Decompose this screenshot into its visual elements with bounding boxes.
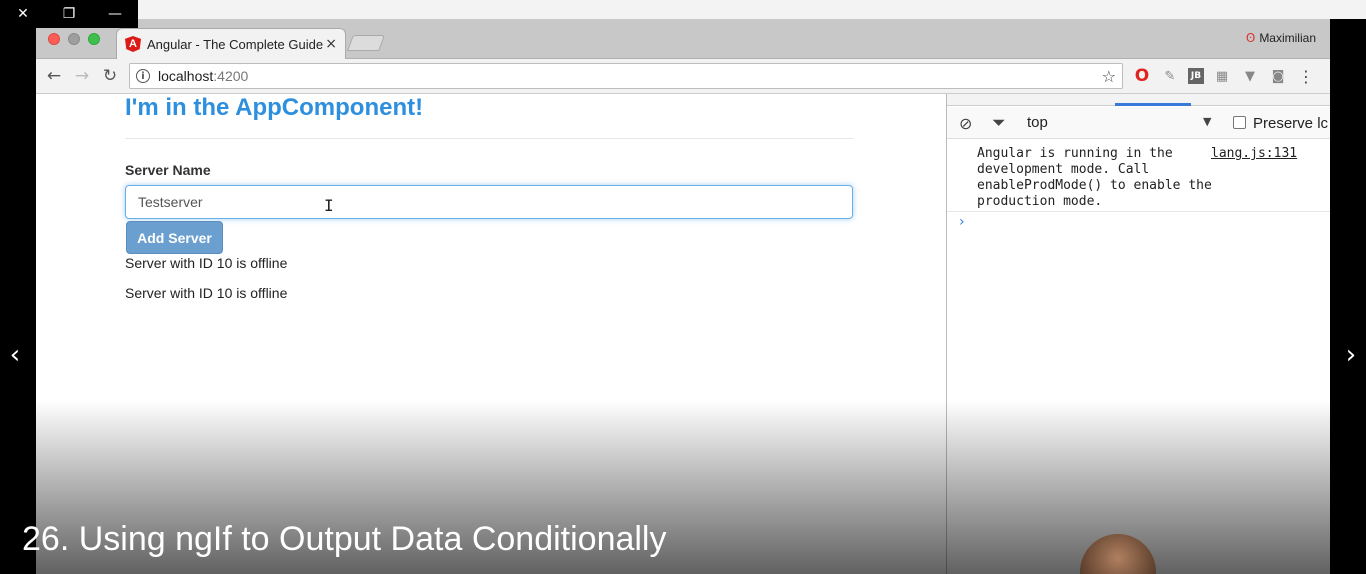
tab-title: Angular - The Complete Guide <box>147 36 324 52</box>
text-cursor-icon: I <box>324 196 334 215</box>
browser-toolbar: ← → ↻ i localhost :4200 ☆ O ✎ JB ▦ ▼ ◙ ⋮ <box>36 59 1330 94</box>
preserve-log-checkbox[interactable] <box>1233 116 1246 129</box>
next-arrow-icon[interactable]: › <box>1336 340 1366 370</box>
minimize-icon[interactable]: — <box>92 0 138 28</box>
active-tab-indicator <box>1115 103 1191 106</box>
divider <box>125 138 853 139</box>
traffic-light-zoom[interactable] <box>88 33 100 45</box>
server-name-label: Server Name <box>125 162 211 178</box>
clear-console-icon[interactable]: ⊘ <box>959 114 972 133</box>
lecture-caption: 26. Using ngIf to Output Data Conditiona… <box>22 520 667 558</box>
console-filter-bar: ⊘ ⏷ top ▼ Preserve lc <box>947 107 1330 139</box>
console-source-link[interactable]: lang.js:131 <box>1211 146 1297 161</box>
server-status-line: Server with ID 10 is offline <box>125 255 288 271</box>
url-host: localhost <box>158 68 214 84</box>
back-icon[interactable]: ← <box>42 65 66 87</box>
console-message-text: Angular is running in the development mo… <box>977 146 1212 209</box>
reload-icon[interactable]: ↻ <box>98 65 122 87</box>
tab-close-icon[interactable]: × <box>325 36 337 52</box>
new-tab-button[interactable] <box>347 35 385 51</box>
server-name-input[interactable] <box>125 185 853 219</box>
previous-arrow-icon[interactable]: ‹ <box>0 340 30 370</box>
url-port: :4200 <box>213 68 249 84</box>
eyedropper-icon[interactable]: ✎ <box>1160 66 1180 86</box>
forward-icon[interactable]: → <box>70 65 94 87</box>
player-topbar <box>138 0 1366 19</box>
add-server-button[interactable]: Add Server <box>126 221 223 254</box>
opera-icon[interactable]: O <box>1132 66 1152 86</box>
console-prompt-icon[interactable]: › <box>959 214 965 230</box>
close-icon[interactable]: ✕ <box>0 0 46 28</box>
restore-icon[interactable]: ❐ <box>46 0 92 28</box>
profile-name: Maximilian <box>1259 31 1316 45</box>
tab-angular-guide[interactable]: A Angular - The Complete Guide × <box>116 28 346 59</box>
jetbrains-icon[interactable]: JB <box>1188 68 1204 84</box>
chevron-down-icon[interactable]: ▼ <box>1203 115 1211 128</box>
grid-icon[interactable]: ▦ <box>1212 66 1232 86</box>
address-bar[interactable]: i localhost :4200 ☆ <box>129 63 1123 89</box>
cast-icon[interactable]: ◙ <box>1268 66 1288 86</box>
profile-button[interactable]: ʘ Maximilian <box>1246 31 1316 45</box>
bookmark-star-icon[interactable]: ☆ <box>1102 67 1116 86</box>
traffic-light-minimize[interactable] <box>68 33 80 45</box>
devtools-tabs <box>947 94 1330 106</box>
angular-favicon-icon: A <box>125 36 141 52</box>
console-message: Angular is running in the development mo… <box>947 140 1330 212</box>
extension-icons: O ✎ JB ▦ ▼ ◙ ⋮ <box>1132 66 1316 86</box>
menu-icon[interactable]: ⋮ <box>1296 66 1316 86</box>
tab-bar: A Angular - The Complete Guide × ʘ Maxim… <box>36 19 1330 59</box>
filter-icon[interactable]: ⏷ <box>992 113 1006 133</box>
profile-icon: ʘ <box>1245 31 1256 45</box>
window-controls: ✕ ❐ — <box>0 0 138 28</box>
traffic-light-close[interactable] <box>48 33 60 45</box>
context-selector[interactable]: top <box>1027 114 1048 131</box>
server-status-line: Server with ID 10 is offline <box>125 285 288 301</box>
vue-icon[interactable]: ▼ <box>1240 66 1260 86</box>
info-icon[interactable]: i <box>136 69 150 83</box>
preserve-log-label: Preserve lc <box>1253 115 1329 132</box>
page-heading: I'm in the AppComponent! <box>125 94 424 121</box>
